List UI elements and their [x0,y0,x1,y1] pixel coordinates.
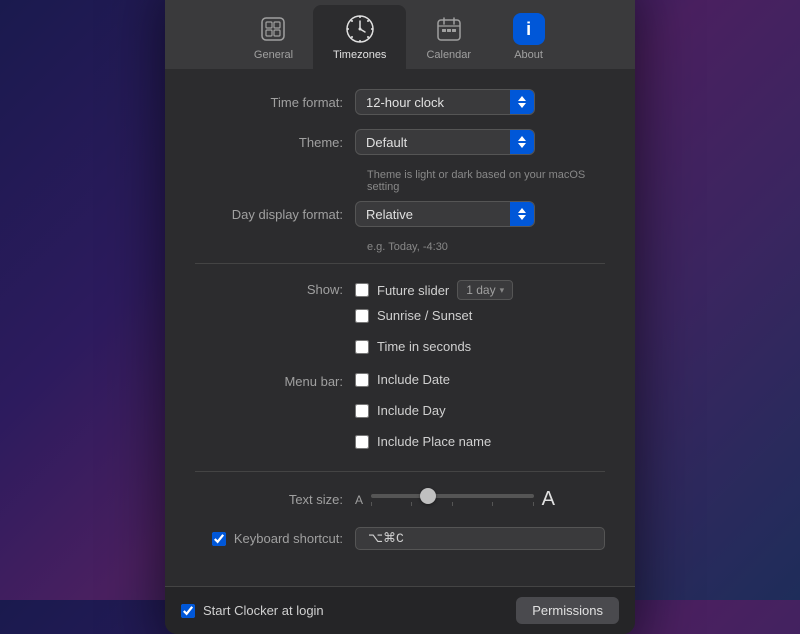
day-arrow-up [518,208,526,213]
slider-thumb[interactable] [420,488,436,504]
menubar-section: Menu bar: Include Date Include Day Inclu… [195,372,605,457]
tab-general[interactable]: General [234,5,313,69]
calendar-icon [433,13,465,45]
text-size-label: Text size: [195,492,355,507]
titlebar: Preferences General [165,0,635,69]
time-format-control: 12-hour clock [355,89,605,115]
time-format-select[interactable]: 12-hour clock [355,89,535,115]
include-day-row: Include Day [355,403,491,418]
time-seconds-checkbox[interactable] [355,340,369,354]
tab-timezones[interactable]: Timezones [313,5,406,69]
include-date-checkbox[interactable] [355,373,369,387]
day-display-row: Day display format: Relative [195,201,605,227]
time-seconds-row: Time in seconds [355,339,513,354]
tab-calendar-label: Calendar [426,49,471,61]
divider-2 [195,471,605,472]
menubar-checkboxes: Include Date Include Day Include Place n… [355,372,491,457]
include-place-checkbox[interactable] [355,435,369,449]
timezones-icon [344,13,376,45]
tab-about[interactable]: i About [491,5,566,69]
day-badge[interactable]: 1 day ▾ [457,280,513,300]
theme-value: Default [356,131,510,154]
sunrise-sunset-row: Sunrise / Sunset [355,308,513,323]
text-size-slider[interactable] [371,494,534,498]
arrow-down-icon [518,103,526,108]
start-at-login-label: Start Clocker at login [203,603,324,618]
preferences-window: Preferences General [165,0,635,634]
keyboard-shortcut-label: Keyboard shortcut: [195,531,355,546]
day-display-hint: e.g. Today, -4:30 [367,241,605,253]
include-date-label: Include Date [377,372,450,387]
future-slider-label: Future slider [377,283,449,298]
time-format-value: 12-hour clock [356,91,510,114]
theme-arrow-down [518,143,526,148]
show-label: Show: [195,280,355,297]
show-section: Show: Future slider 1 day ▾ Sunrise / Su… [195,280,605,362]
theme-select[interactable]: Default [355,129,535,155]
tick-2 [411,502,412,506]
day-arrow-down [518,215,526,220]
divider-1 [195,263,605,264]
keyboard-shortcut-value[interactable]: ⌥⌘C [355,527,605,550]
arrow-up-icon [518,96,526,101]
theme-label: Theme: [195,135,355,150]
include-day-checkbox[interactable] [355,404,369,418]
day-display-value: Relative [356,203,510,226]
toolbar: General [234,5,566,69]
bottom-bar: Start Clocker at login Permissions [165,586,635,634]
day-badge-arrow: ▾ [500,285,505,296]
keyboard-shortcut-text: Keyboard shortcut: [234,531,343,546]
content-area: Time format: 12-hour clock Theme: Defaul… [165,69,635,586]
day-display-select[interactable]: Relative [355,201,535,227]
text-size-row: Text size: A A [195,488,605,511]
include-day-label: Include Day [377,403,446,418]
future-slider-row: Future slider 1 day ▾ [355,280,513,300]
time-format-label: Time format: [195,95,355,110]
start-at-login-checkbox[interactable] [181,604,195,618]
tab-general-label: General [254,49,293,61]
tab-about-label: About [514,49,543,61]
keyboard-shortcut-row: Keyboard shortcut: ⌥⌘C [195,527,605,550]
tick-4 [492,502,493,506]
time-format-arrows [510,90,534,114]
theme-hint: Theme is light or dark based on your mac… [367,169,605,193]
keyboard-shortcut-control: ⌥⌘C [355,527,605,550]
start-at-login: Start Clocker at login [181,603,324,618]
tab-calendar[interactable]: Calendar [406,5,491,69]
day-display-label: Day display format: [195,207,355,222]
day-display-arrows [510,202,534,226]
day-badge-value: 1 day [466,283,495,297]
text-size-large-a: A [542,488,555,511]
future-slider-checkbox[interactable] [355,283,369,297]
text-size-small-a: A [355,493,363,507]
text-size-slider-container [371,494,534,506]
sunrise-sunset-label: Sunrise / Sunset [377,308,472,323]
tab-timezones-label: Timezones [333,49,386,61]
menubar-label: Menu bar: [195,372,355,389]
theme-arrow-up [518,136,526,141]
time-format-row: Time format: 12-hour clock [195,89,605,115]
time-seconds-label: Time in seconds [377,339,471,354]
sunrise-sunset-checkbox[interactable] [355,309,369,323]
include-place-row: Include Place name [355,434,491,449]
show-checkboxes: Future slider 1 day ▾ Sunrise / Sunset T… [355,280,513,362]
theme-control: Default [355,129,605,155]
general-icon [257,13,289,45]
tick-1 [371,502,372,506]
slider-ticks [371,502,534,506]
keyboard-shortcut-checkbox[interactable] [212,532,226,546]
text-size-control: A A [355,488,555,511]
permissions-button[interactable]: Permissions [516,597,619,624]
tick-5 [533,502,534,506]
about-icon: i [513,13,545,45]
include-date-row: Include Date [355,372,491,387]
tick-3 [452,502,453,506]
day-display-control: Relative [355,201,605,227]
include-place-label: Include Place name [377,434,491,449]
theme-row: Theme: Default [195,129,605,155]
theme-arrows [510,130,534,154]
